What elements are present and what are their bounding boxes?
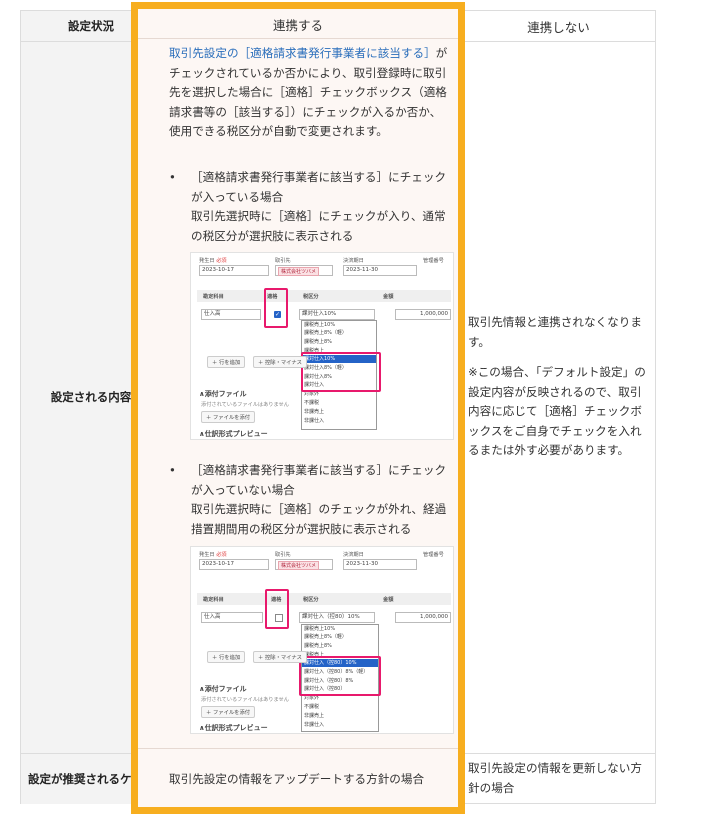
bullet-checked: • ［適格請求書発行事業者に該当する］にチェックが入っている場合 取引先選択時に…	[169, 168, 451, 248]
tax-label: 税区分	[303, 597, 319, 603]
date-field[interactable]: 2023-10-17	[199, 559, 269, 570]
nolink-line1: 取引先情報と連携されなくなります。	[468, 315, 642, 349]
due-label: 決済期日	[343, 552, 364, 558]
bullet1-body: 取引先選択時に［適格］にチェックが入り、通常の税区分が選択肢に表示される	[191, 209, 446, 243]
highlight-box	[265, 589, 289, 629]
option[interactable]: 課税売上8%	[304, 338, 332, 345]
option[interactable]: 不課税	[304, 399, 319, 406]
attach-button[interactable]: ＋ ファイルを添付	[201, 706, 256, 718]
nolink-recommended: 取引先設定の情報を更新しない方針の場合	[468, 761, 642, 795]
partner-tag: 株式会社ツバメ	[278, 561, 320, 570]
tax-select[interactable]: 課対仕入10%	[299, 309, 375, 320]
mgmt-label: 管理番号	[423, 258, 444, 264]
add-row-button[interactable]: ＋ 行を追加	[207, 356, 246, 368]
account-field[interactable]: 仕入高	[201, 309, 261, 320]
bullet2-title: ［適格請求書発行事業者に該当する］にチェックが入っていない場合	[191, 463, 447, 497]
divider	[138, 748, 458, 749]
tax-label: 税区分	[303, 294, 319, 300]
amount-field[interactable]: 1,000,000	[395, 309, 451, 320]
tax-select[interactable]: 課対仕入（控80）10%	[299, 612, 375, 623]
partner-tag: 株式会社ツバメ	[278, 267, 320, 276]
link-recommended: 取引先設定の情報をアップデートする方針の場合	[169, 772, 425, 786]
amount-field[interactable]: 1,000,000	[395, 612, 451, 623]
date-label: 発生日 必須	[199, 258, 227, 264]
option[interactable]: 不課税	[304, 703, 319, 710]
screenshot-checked: 発生日 必須 2023-10-17 取引先 株式会社ツバメ 決済期日 2023-…	[190, 252, 454, 440]
highlight-box	[301, 352, 381, 392]
divider	[138, 38, 458, 39]
option[interactable]: 非課売上	[304, 712, 324, 719]
option[interactable]: 課税売上8%（軽）	[304, 329, 347, 336]
link-intro: 取引先設定の［適格請求書発行事業者に該当する］がチェックされているか否かにより、…	[169, 44, 451, 142]
option[interactable]: 課税売上10%	[304, 625, 335, 632]
due-field[interactable]: 2023-11-30	[343, 265, 417, 276]
journal-preview[interactable]: ∧仕訳形式プレビュー	[199, 429, 268, 439]
due-label: 決済期日	[343, 258, 364, 264]
journal-preview[interactable]: ∧仕訳形式プレビュー	[199, 723, 268, 733]
option[interactable]: 課税売上8%	[304, 642, 332, 649]
col-header-link: 連携する	[272, 17, 323, 33]
date-field[interactable]: 2023-10-17	[199, 265, 269, 276]
nolink-line2: ※この場合、「デフォルト設定」の設定内容が反映されるので、取引内容に応じて［適格…	[468, 365, 646, 457]
partner-label: 取引先	[275, 552, 291, 558]
bullet-dot: •	[169, 463, 176, 477]
account-label: 勘定科目	[203, 597, 224, 603]
account-label: 勘定科目	[203, 294, 224, 300]
partner-setting-link[interactable]: 取引先設定の［適格請求書発行事業者に該当する］	[169, 46, 436, 60]
mgmt-label: 管理番号	[423, 552, 444, 558]
col-header-nolink: 連携しない	[527, 19, 590, 35]
attach-title: ∧添付ファイル	[199, 390, 247, 398]
option[interactable]: 課税売上10%	[304, 321, 335, 328]
option[interactable]: 非課仕入	[304, 417, 324, 424]
option[interactable]: 課税売上8%（軽）	[304, 633, 347, 640]
amount-label: 金額	[383, 597, 394, 603]
add-row-button[interactable]: ＋ 行を追加	[207, 651, 246, 663]
option[interactable]: 非課仕入	[304, 721, 324, 728]
deduct-button[interactable]: ＋ 控除・マイナス	[253, 356, 307, 368]
attach-none: 添付されているファイルはありません	[201, 402, 289, 408]
account-field[interactable]: 仕入高	[201, 612, 263, 623]
bullet-dot: •	[169, 170, 176, 184]
header-bar	[197, 290, 451, 302]
due-field[interactable]: 2023-11-30	[343, 559, 417, 570]
option[interactable]: 非課売上	[304, 408, 324, 415]
screenshot-unchecked: 発生日 必須 2023-10-17 取引先 株式会社ツバメ 決済期日 2023-…	[190, 546, 454, 734]
deduct-button[interactable]: ＋ 控除・マイナス	[253, 651, 307, 663]
partner-label: 取引先	[275, 258, 291, 264]
bullet-unchecked: • ［適格請求書発行事業者に該当する］にチェックが入っていない場合 取引先選択時…	[169, 461, 451, 541]
link-column-highlight: 連携する 取引先設定の［適格請求書発行事業者に該当する］がチェックされているか否…	[131, 2, 465, 814]
attach-none: 添付されているファイルはありません	[201, 697, 289, 703]
highlight-box	[264, 288, 288, 328]
highlight-box	[299, 656, 381, 696]
bullet2-body: 取引先選択時に［適格］のチェックが外れ、経過措置期間用の税区分が選択肢に表示され…	[191, 502, 447, 536]
header-bar	[197, 593, 451, 605]
attach-button[interactable]: ＋ ファイルを添付	[201, 411, 256, 423]
bullet1-title: ［適格請求書発行事業者に該当する］にチェックが入っている場合	[191, 170, 447, 204]
amount-label: 金額	[383, 294, 394, 300]
attach-title: ∧添付ファイル	[199, 685, 247, 693]
date-label: 発生日 必須	[199, 552, 227, 558]
